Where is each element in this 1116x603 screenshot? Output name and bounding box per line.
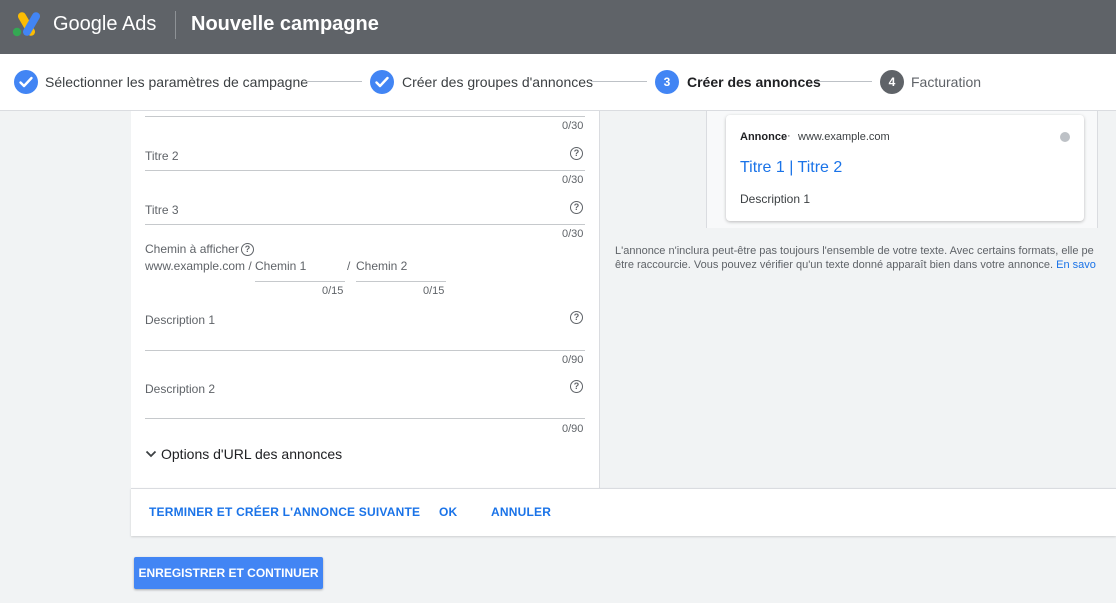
headline-3-underline [145, 224, 585, 225]
headline-1-counter: 0/30 [562, 120, 584, 132]
step-1-check-icon[interactable] [14, 70, 38, 94]
campaign-stepper: Sélectionner les paramètres de campagne … [0, 54, 1116, 111]
step-2-label[interactable]: Créer des groupes d'annonces [402, 74, 593, 90]
headline-3-input[interactable]: Titre 3 [145, 203, 179, 217]
description-2-underline [145, 418, 585, 419]
path-1-underline [255, 281, 345, 282]
path-2-input[interactable]: Chemin 2 [356, 259, 407, 273]
help-icon[interactable]: ? [570, 380, 583, 393]
headline-2-counter: 0/30 [562, 174, 584, 186]
ad-badge: Annonce [740, 131, 788, 143]
help-icon[interactable]: ? [570, 201, 583, 214]
cancel-button[interactable]: ANNULER [491, 505, 551, 519]
disclaimer-line-1: L'annonce n'inclura peut-être pas toujou… [615, 245, 1094, 257]
description-1-input[interactable]: Description 1 [145, 313, 215, 327]
step-3-number[interactable]: 3 [655, 70, 679, 94]
save-and-continue-button[interactable]: ENREGISTRER ET CONTINUER [134, 557, 323, 589]
disclaimer-line-2: être raccourcie. Vous pouvez vérifier qu… [615, 259, 1054, 271]
path-separator: / [347, 259, 351, 273]
description-1-underline [145, 350, 585, 351]
step-4-number[interactable]: 4 [880, 70, 904, 94]
headline-3-counter: 0/30 [562, 228, 584, 240]
step-connector [591, 81, 647, 82]
learn-more-link[interactable]: En savo [1056, 259, 1096, 271]
url-options-label: Options d'URL des annonces [161, 446, 343, 462]
step-2-check-icon[interactable] [370, 70, 394, 94]
step-1-label[interactable]: Sélectionner les paramètres de campagne [45, 74, 308, 90]
step-4-label[interactable]: Facturation [911, 74, 981, 90]
header-divider [175, 11, 176, 39]
path-2-underline [356, 281, 446, 282]
description-2-counter: 0/90 [562, 423, 584, 435]
path-1-counter: 0/15 [322, 285, 344, 297]
path-1-input[interactable]: Chemin 1 [255, 259, 306, 273]
ad-headline: Titre 1 | Titre 2 [740, 159, 843, 176]
form-action-bar: TERMINER ET CRÉER L'ANNONCE SUIVANTE OK … [131, 488, 1116, 536]
help-icon[interactable]: ? [570, 311, 583, 324]
headline-2-input[interactable]: Titre 2 [145, 149, 179, 163]
step-connector [306, 81, 362, 82]
url-options-toggle[interactable]: Options d'URL des annonces [145, 446, 342, 462]
display-path-domain: www.example.com / [145, 259, 252, 273]
ad-description: Description 1 [740, 192, 811, 206]
google-ads-logo[interactable] [12, 11, 42, 37]
chevron-down-icon [145, 448, 157, 462]
preview-disclaimer: L'annonce n'inclura peut-être pas toujou… [615, 244, 1116, 272]
headline-2-underline [145, 170, 585, 171]
headline-1-input[interactable] [145, 116, 585, 117]
help-icon[interactable]: ? [241, 243, 254, 256]
ad-preview-card: Annonce · www.example.com Titre 1 | Titr… [726, 115, 1084, 221]
page-title: Nouvelle campagne [191, 13, 379, 35]
finish-and-create-next-button[interactable]: TERMINER ET CRÉER L'ANNONCE SUIVANTE [149, 505, 420, 519]
brand-name: Google Ads [53, 13, 157, 35]
ad-form-card [131, 111, 600, 488]
step-connector [815, 81, 872, 82]
ad-bullet: · [787, 130, 791, 142]
ad-display-url: www.example.com [798, 131, 890, 143]
step-3-label[interactable]: Créer des annonces [687, 74, 821, 90]
description-1-counter: 0/90 [562, 354, 584, 366]
help-icon[interactable]: ? [570, 147, 583, 160]
ok-button[interactable]: OK [439, 505, 457, 519]
more-dot-icon[interactable] [1060, 132, 1070, 142]
app-header: Google Ads Nouvelle campagne [0, 0, 1116, 54]
path-2-counter: 0/15 [423, 285, 445, 297]
description-2-input[interactable]: Description 2 [145, 382, 215, 396]
display-path-label: Chemin à afficher [145, 242, 239, 256]
